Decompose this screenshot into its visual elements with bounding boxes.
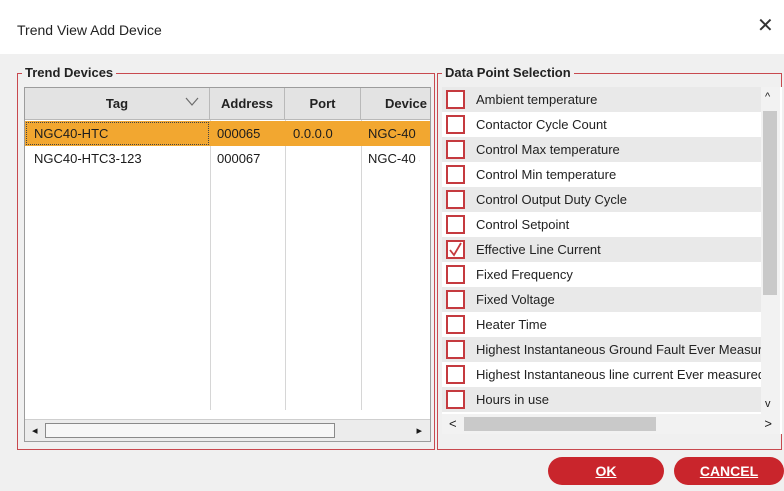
cell-device: NGC-40 HTC xyxy=(368,126,420,141)
checkbox[interactable] xyxy=(446,115,465,134)
list-item-label: Fixed Frequency xyxy=(476,267,573,282)
scroll-left-icon[interactable]: < xyxy=(449,416,457,431)
cell-tag: NGC40-HTC3-123 xyxy=(34,151,142,166)
list-item[interactable]: Control Output Duty Cycle xyxy=(442,187,765,212)
list-item-label: Control Output Duty Cycle xyxy=(476,192,628,207)
checkbox[interactable] xyxy=(446,90,465,109)
cell-address: 000067 xyxy=(217,151,261,166)
list-item-label: Effective Line Current xyxy=(476,242,601,257)
cell-port: 0.0.0.0 xyxy=(293,126,333,141)
list-item[interactable]: Effective Line Current xyxy=(442,237,765,262)
scrollbar-thumb[interactable] xyxy=(464,417,656,431)
list-item[interactable]: Ambient temperature xyxy=(442,87,765,112)
cell-address: 000065 xyxy=(217,126,261,141)
data-point-list[interactable]: Ambient temperature Contactor Cycle Count… xyxy=(442,87,782,434)
checkbox[interactable] xyxy=(446,190,465,209)
ok-button[interactable]: OK xyxy=(548,457,664,485)
scroll-left-icon[interactable]: ◂ xyxy=(32,424,38,437)
list-item-label: Highest Instantaneous Ground Fault Ever … xyxy=(476,342,777,357)
scroll-down-icon[interactable]: v xyxy=(765,398,771,410)
column-header-port[interactable]: Port xyxy=(285,88,361,120)
list-item-label: Heater Time xyxy=(476,317,547,332)
close-icon[interactable]: ✕ xyxy=(757,16,774,36)
list-item[interactable]: Fixed Frequency xyxy=(442,262,765,287)
list-item[interactable]: Control Min temperature xyxy=(442,162,765,187)
list-item-label: Control Min temperature xyxy=(476,167,617,182)
column-header-device[interactable]: Device xyxy=(361,88,430,120)
list-item-label: Fixed Voltage xyxy=(476,292,555,307)
scrollbar-thumb[interactable] xyxy=(45,423,335,438)
grid-header: Tag Address Port Device xyxy=(25,88,430,120)
scrollbar-thumb[interactable] xyxy=(763,111,777,295)
data-point-selection-legend: Data Point Selection xyxy=(442,65,574,80)
checkbox[interactable] xyxy=(446,265,465,284)
list-item-label: Ambient temperature xyxy=(476,92,598,107)
table-row[interactable]: NGC40-HTC 000065 0.0.0.0 NGC-40 HTC xyxy=(25,121,430,146)
checkbox[interactable] xyxy=(446,240,465,259)
list-item-label: Control Setpoint xyxy=(476,217,570,232)
list-item-label: Highest Instantaneous line current Ever … xyxy=(476,367,766,382)
cell-device: NGC-40 3 xyxy=(368,151,420,166)
list-item[interactable]: Fixed Voltage xyxy=(442,287,765,312)
cancel-button[interactable]: CANCEL xyxy=(674,457,784,485)
checkbox[interactable] xyxy=(446,165,465,184)
vertical-scrollbar[interactable]: ^ v xyxy=(761,87,780,414)
list-item[interactable]: Control Max temperature xyxy=(442,137,765,162)
list-item[interactable]: Highest Instantaneous Ground Fault Ever … xyxy=(442,337,777,362)
scroll-up-icon[interactable]: ^ xyxy=(765,91,770,103)
trend-devices-grid[interactable]: Tag Address Port Device NGC40-HTC 000065… xyxy=(24,87,431,442)
column-header-tag[interactable]: Tag xyxy=(25,88,210,120)
list-item[interactable]: Heater Time xyxy=(442,312,765,337)
window-title: Trend View Add Device xyxy=(17,22,162,38)
list-item-label: Hours in use xyxy=(476,392,549,407)
data-point-horizontal-scrollbar[interactable]: < > xyxy=(442,414,780,434)
checkbox[interactable] xyxy=(446,215,465,234)
horizontal-scrollbar[interactable]: ◂ ▸ xyxy=(25,419,430,441)
scroll-right-icon[interactable]: > xyxy=(764,416,772,431)
cell-tag: NGC40-HTC xyxy=(34,126,109,141)
checkmark-icon xyxy=(449,242,462,257)
list-item[interactable]: Control Setpoint xyxy=(442,212,765,237)
trend-devices-legend: Trend Devices xyxy=(22,65,117,80)
list-item-label: Control Max temperature xyxy=(476,142,620,157)
checkbox[interactable] xyxy=(446,140,465,159)
scroll-right-icon[interactable]: ▸ xyxy=(416,424,422,437)
list-item[interactable]: Contactor Cycle Count xyxy=(442,112,765,137)
checkbox[interactable] xyxy=(446,290,465,309)
checkbox[interactable] xyxy=(446,340,465,359)
list-item[interactable]: Hours in use xyxy=(442,387,765,412)
sort-down-icon[interactable] xyxy=(185,97,199,107)
list-item[interactable]: Highest Instantaneous line current Ever … xyxy=(442,362,765,387)
list-item-label: Contactor Cycle Count xyxy=(476,117,607,132)
checkbox[interactable] xyxy=(446,365,465,384)
title-bar: Trend View Add Device ✕ xyxy=(0,0,784,54)
table-row[interactable]: NGC40-HTC3-123 000067 NGC-40 3 xyxy=(25,146,430,171)
checkbox[interactable] xyxy=(446,390,465,409)
column-header-address[interactable]: Address xyxy=(210,88,285,120)
checkbox[interactable] xyxy=(446,315,465,334)
